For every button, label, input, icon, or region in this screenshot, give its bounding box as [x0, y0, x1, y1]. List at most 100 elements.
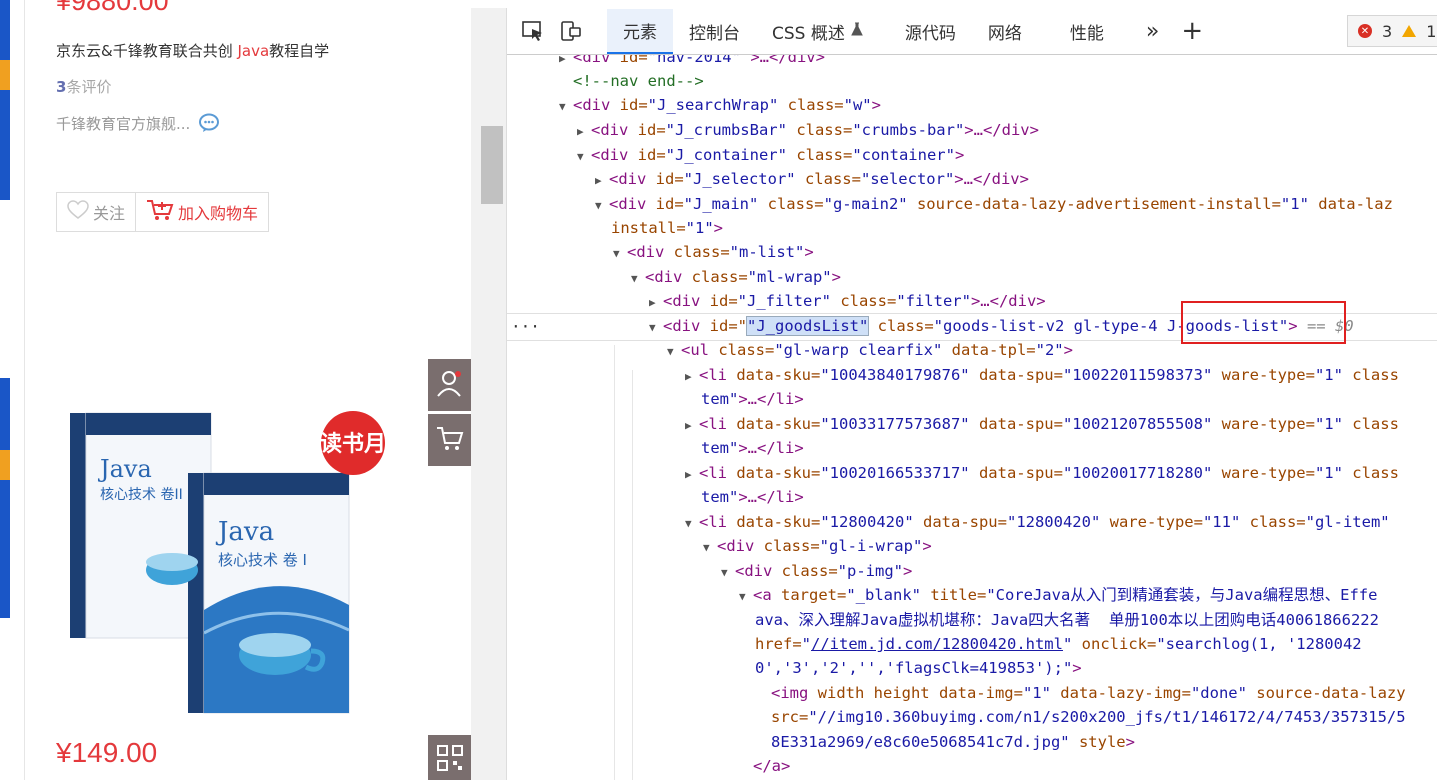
dom-node-continuation[interactable]: install="1"> — [611, 216, 723, 240]
dom-node[interactable]: ▼ <div id="J_searchWrap" class="w"> — [559, 93, 881, 117]
product-title-keyword[interactable]: Java — [237, 42, 269, 60]
dom-node-continuation[interactable]: tem">…</li> — [701, 436, 804, 460]
scrollbar-thumb[interactable] — [481, 126, 503, 204]
chat-icon[interactable] — [198, 112, 220, 134]
flask-icon — [851, 21, 863, 41]
href-link[interactable]: //item.jd.com/12800420.html — [811, 635, 1063, 653]
collapsed-triangle-icon[interactable]: ▶ — [595, 169, 609, 193]
book-vol1-text: 核心技术 卷 I — [218, 551, 307, 569]
dom-node[interactable]: ▶ <div id="J_selector" class="selector">…… — [595, 167, 1029, 191]
node-actions-icon[interactable]: ··· — [511, 317, 540, 336]
collapsed-triangle-icon[interactable]: ▶ — [685, 365, 699, 389]
expanded-triangle-icon[interactable]: ▼ — [559, 95, 573, 119]
dom-node[interactable]: ▶ <div id="J_filter" class="filter">…</di… — [649, 289, 1046, 313]
heart-icon — [67, 200, 89, 224]
cart-icon — [146, 198, 174, 226]
dom-node[interactable]: <img width height data-img="1" data-lazy… — [771, 681, 1406, 705]
product-title[interactable]: 京东云&千锋教育联合共创 Java教程自学 — [56, 40, 329, 61]
follow-button[interactable]: 关注 — [57, 193, 135, 231]
issues-counter[interactable]: ✕ 3 1 — [1347, 15, 1437, 47]
add-tab-button[interactable]: + — [1175, 9, 1209, 54]
expanded-triangle-icon[interactable]: ▼ — [613, 242, 627, 266]
dom-node[interactable]: ▼ <div class="gl-i-wrap"> — [703, 534, 932, 558]
comment-number[interactable]: 3 — [56, 78, 66, 96]
expanded-triangle-icon[interactable]: ▼ — [667, 340, 681, 364]
collapsed-triangle-icon[interactable]: ▶ — [559, 55, 573, 71]
shop-link[interactable]: 千锋教育官方旗舰... — [56, 112, 220, 134]
dom-node-continuation[interactable]: src="//img10.360buyimg.com/n1/s200x200_j… — [771, 705, 1406, 729]
adjacent-product-image[interactable] — [0, 378, 10, 618]
dom-node-continuation[interactable]: 8E331a2969/e8c60e5068541c7d.jpg" style> — [771, 730, 1135, 754]
collapsed-triangle-icon[interactable]: ▶ — [577, 120, 591, 144]
dom-node-close[interactable]: </a> — [753, 754, 790, 778]
dom-node[interactable]: ▼ <ul class="gl-warp clearfix" data-tpl="… — [667, 338, 1073, 362]
dom-node-continuation[interactable]: tem">…</li> — [701, 387, 804, 411]
product-title-prefix[interactable]: 京东云&千锋教育联合共创 — [56, 42, 237, 60]
product-actions: 关注 加入购物车 — [56, 192, 270, 232]
adjacent-product-image[interactable] — [0, 0, 10, 200]
warning-count: 1 — [1426, 21, 1437, 41]
dom-node[interactable]: ▶ <div id="nav-2014" >…</div> — [559, 55, 825, 69]
dom-node[interactable]: ▶ <li data-sku="10033177573687" data-spu=… — [685, 412, 1399, 436]
dom-node-continuation[interactable]: href="//item.jd.com/12800420.html" oncli… — [755, 632, 1362, 656]
dom-node-continuation[interactable]: ava、深入理解Java虚拟机堪称：Java四大名著 单册100本以上团购电话4… — [755, 608, 1379, 632]
user-icon — [435, 368, 465, 402]
dom-node[interactable]: ▼ <div id="J_main" class="g-main2" source… — [595, 192, 1393, 216]
tab-network[interactable]: 网络 — [972, 9, 1038, 54]
dom-comment[interactable]: <!--nav end--> — [573, 69, 704, 93]
comment-count[interactable]: 3条评价 — [56, 76, 111, 97]
book-title-text: Java — [215, 517, 274, 547]
expanded-triangle-icon[interactable]: ▼ — [631, 267, 645, 291]
follow-label: 关注 — [93, 204, 126, 223]
dom-node[interactable]: ▶ <li data-sku="10020166533717" data-spu=… — [685, 461, 1399, 485]
tab-performance[interactable]: 性能 — [1054, 9, 1120, 54]
comment-label[interactable]: 条评价 — [66, 78, 111, 96]
page-scrollbar[interactable] — [471, 8, 507, 780]
product-page: ¥9880.00 京东云&千锋教育联合共创 Java教程自学 3条评价 千锋教育… — [0, 0, 471, 780]
dom-node[interactable]: ▶ <div id="J_crumbsBar" class="crumbs-bar… — [577, 118, 1039, 142]
dom-node[interactable]: ▼ <a target="_blank" title="CoreJava从入门到精… — [739, 583, 1377, 607]
dom-node[interactable]: ▶ <li data-sku="10043840179876" data-spu=… — [685, 363, 1399, 387]
devtools-toolbar: 元素 控制台 CSS 概述 源代码 网络 性能 » + ✕ 3 1 — [507, 8, 1437, 55]
product-image[interactable]: 读书月 Java 核心技术 卷II Java 核心技术 卷 I — [60, 405, 390, 715]
tab-sources[interactable]: 源代码 — [889, 9, 972, 54]
tab-css-overview-label: CSS 概述 — [772, 23, 845, 44]
dom-tree[interactable]: ··· ▶ <div id="nav-2014" >…</div> <!--nav… — [507, 55, 1437, 780]
expanded-triangle-icon[interactable]: ▼ — [703, 536, 717, 560]
dom-node[interactable]: ▼ <div id="J_container" class="container"… — [577, 143, 964, 167]
inspect-element-icon[interactable] — [515, 13, 551, 49]
dom-node[interactable]: ▼ <li data-sku="12800420" data-spu="12800… — [685, 510, 1390, 534]
expanded-triangle-icon[interactable]: ▼ — [649, 316, 663, 340]
expanded-triangle-icon[interactable]: ▼ — [721, 561, 735, 585]
shop-name[interactable]: 千锋教育官方旗舰... — [56, 113, 190, 134]
add-to-cart-button[interactable]: 加入购物车 — [135, 193, 268, 231]
expanded-triangle-icon[interactable]: ▼ — [595, 194, 609, 218]
indent-guide — [614, 345, 615, 780]
more-tabs-button[interactable]: » — [1130, 9, 1175, 54]
product-title-suffix[interactable]: 教程自学 — [269, 42, 329, 60]
dom-node[interactable]: ▼ <div class="m-list"> — [613, 240, 814, 264]
qrcode-icon — [435, 743, 465, 777]
tab-console[interactable]: 控制台 — [673, 9, 756, 54]
dom-node-continuation[interactable]: tem">…</li> — [701, 485, 804, 509]
expanded-triangle-icon[interactable]: ▼ — [739, 585, 753, 609]
collapsed-triangle-icon[interactable]: ▶ — [685, 463, 699, 487]
expanded-triangle-icon[interactable]: ▼ — [577, 145, 591, 169]
book-badge-text: 读书月 — [320, 432, 386, 457]
collapsed-triangle-icon[interactable]: ▶ — [685, 414, 699, 438]
qrcode-tool-button[interactable] — [428, 735, 471, 780]
column-divider — [24, 0, 25, 780]
error-count: 3 — [1382, 21, 1393, 41]
expanded-triangle-icon[interactable]: ▼ — [685, 512, 699, 536]
user-tool-button[interactable] — [428, 359, 471, 411]
dom-node-continuation[interactable]: 0','3','2','','flagsClk=419853');"> — [755, 656, 1082, 680]
device-emulation-icon[interactable] — [553, 13, 589, 49]
error-icon: ✕ — [1358, 24, 1372, 38]
tab-elements[interactable]: 元素 — [607, 8, 673, 54]
dom-node[interactable]: ▼ <div class="p-img"> — [721, 559, 912, 583]
product-price: ¥9880.00 — [56, 0, 169, 16]
dom-node[interactable]: ▼ <div class="ml-wrap"> — [631, 265, 841, 289]
collapsed-triangle-icon[interactable]: ▶ — [649, 291, 663, 315]
tab-css-overview[interactable]: CSS 概述 — [756, 9, 879, 54]
cart-tool-button[interactable] — [428, 414, 471, 466]
